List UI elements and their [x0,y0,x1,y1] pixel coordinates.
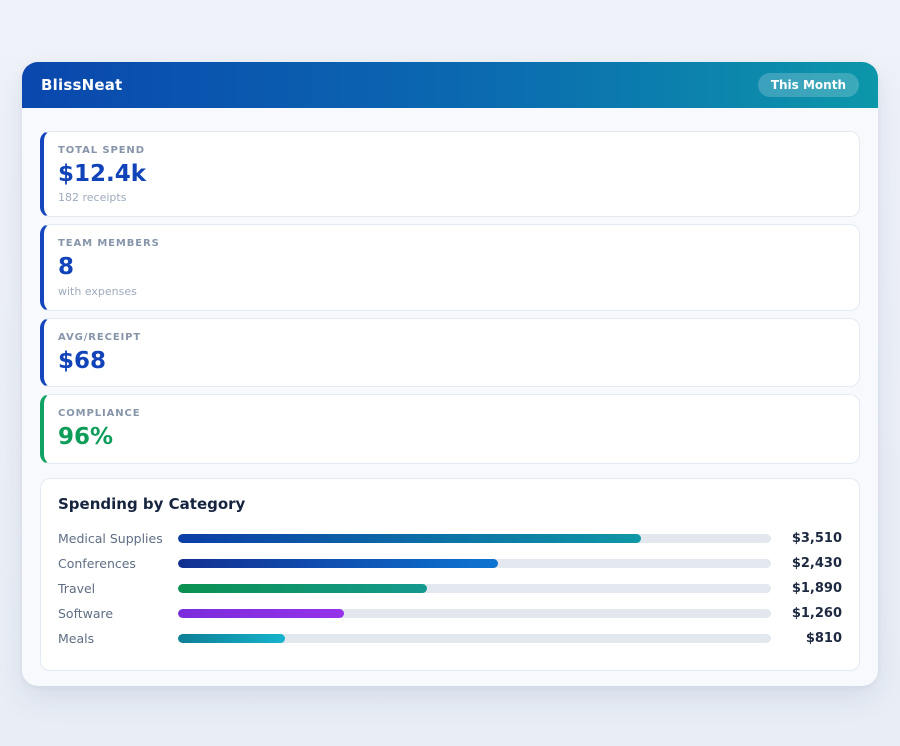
stat-label: TEAM MEMBERS [58,238,842,249]
category-label: Travel [58,581,178,596]
category-label: Meals [58,631,178,646]
bar-track [178,584,771,593]
stat-card-avg-receipt: AVG/RECEIPT $68 [40,318,860,387]
bar-fill [178,634,285,643]
bar-track [178,609,771,618]
chart-row-travel: Travel $1,890 [58,576,842,601]
bar-fill [178,534,641,543]
chart-row-meals: Meals $810 [58,626,842,651]
stat-subtext: with expenses [58,285,842,298]
bar-fill [178,609,344,618]
category-label: Software [58,606,178,621]
stat-value: $12.4k [58,161,842,187]
category-value: $2,430 [780,556,842,571]
category-value: $1,260 [780,606,842,621]
category-value: $810 [780,631,842,646]
bar-track [178,634,771,643]
chart-row-conferences: Conferences $2,430 [58,551,842,576]
chart-row-medical-supplies: Medical Supplies $3,510 [58,526,842,551]
dashboard-panel: BlissNeat This Month TOTAL SPEND $12.4k … [22,62,878,686]
stat-card-total-spend: TOTAL SPEND $12.4k 182 receipts [40,131,860,217]
category-label: Conferences [58,556,178,571]
stat-subtext: 182 receipts [58,191,842,204]
stat-card-compliance: COMPLIANCE 96% [40,394,860,463]
app-header: BlissNeat This Month [22,62,878,108]
dashboard-content: TOTAL SPEND $12.4k 182 receipts TEAM MEM… [22,108,878,695]
stat-label: TOTAL SPEND [58,145,842,156]
bar-fill [178,559,498,568]
category-value: $3,510 [780,531,842,546]
stat-label: COMPLIANCE [58,408,842,419]
stat-value: $68 [58,348,842,374]
stat-value: 96% [58,424,842,450]
bar-fill [178,584,427,593]
bar-track [178,534,771,543]
stat-card-team-members: TEAM MEMBERS 8 with expenses [40,224,860,310]
category-label: Medical Supplies [58,531,178,546]
stat-value: 8 [58,254,842,280]
period-badge[interactable]: This Month [758,73,859,97]
spending-by-category-card: Spending by Category Medical Supplies $3… [40,478,860,671]
chart-title: Spending by Category [58,495,842,513]
app-title: BlissNeat [41,76,122,94]
bar-track [178,559,771,568]
category-value: $1,890 [780,581,842,596]
chart-row-software: Software $1,260 [58,601,842,626]
stat-label: AVG/RECEIPT [58,332,842,343]
